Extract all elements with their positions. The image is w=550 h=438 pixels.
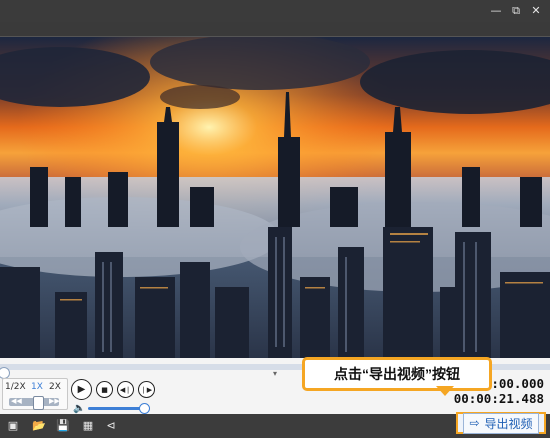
speed-control: 1/2X 1X 2X ◀◀ ▶▶ [2, 378, 68, 410]
open-folder-icon[interactable]: 📂 [32, 419, 46, 433]
speed-option-2x[interactable]: 2X [49, 382, 61, 392]
stop-button[interactable]: ■ [96, 381, 113, 398]
speed-down-icon[interactable]: ◀◀ [11, 397, 22, 405]
title-bar: — ⧉ ✕ [0, 0, 550, 22]
speed-option-1x[interactable]: 1X [31, 382, 43, 392]
video-frame-cityscape [0, 37, 550, 359]
speed-up-icon[interactable]: ▶▶ [49, 397, 60, 405]
save-icon[interactable]: 💾 [56, 419, 70, 433]
play-button[interactable]: ▶ [71, 379, 92, 400]
tooltip-pointer [436, 386, 454, 396]
volume-icon[interactable]: 🔈 [73, 403, 85, 414]
export-hint-tooltip: 点击“导出视频”按钮 [302, 357, 492, 391]
collapse-panel-icon[interactable]: ▾ [262, 370, 288, 378]
export-video-label: 导出视频 [484, 416, 533, 431]
speed-option-half[interactable]: 1/2X [5, 382, 26, 392]
export-video-button[interactable]: ⇨ 导出视频 [456, 412, 546, 434]
save-as-icon[interactable]: ▦ [81, 419, 95, 433]
video-preview[interactable] [0, 36, 550, 359]
volume-slider[interactable] [88, 407, 142, 410]
next-frame-button[interactable]: ❘▶ [138, 381, 155, 398]
new-project-icon[interactable]: ▣ [6, 419, 20, 433]
previous-frame-button[interactable]: ◀❘ [117, 381, 134, 398]
share-icon[interactable]: ⊲ [104, 419, 118, 433]
close-icon[interactable]: ✕ [528, 3, 544, 19]
total-duration: 00:00:21.488 [453, 391, 544, 406]
volume-slider-thumb[interactable] [139, 403, 150, 414]
restore-icon[interactable]: ⧉ [508, 3, 524, 19]
export-icon: ⇨ [469, 416, 480, 430]
minimize-icon[interactable]: — [488, 3, 504, 19]
speed-slider-thumb[interactable] [33, 396, 44, 410]
export-button-inner[interactable]: ⇨ 导出视频 [463, 412, 539, 434]
